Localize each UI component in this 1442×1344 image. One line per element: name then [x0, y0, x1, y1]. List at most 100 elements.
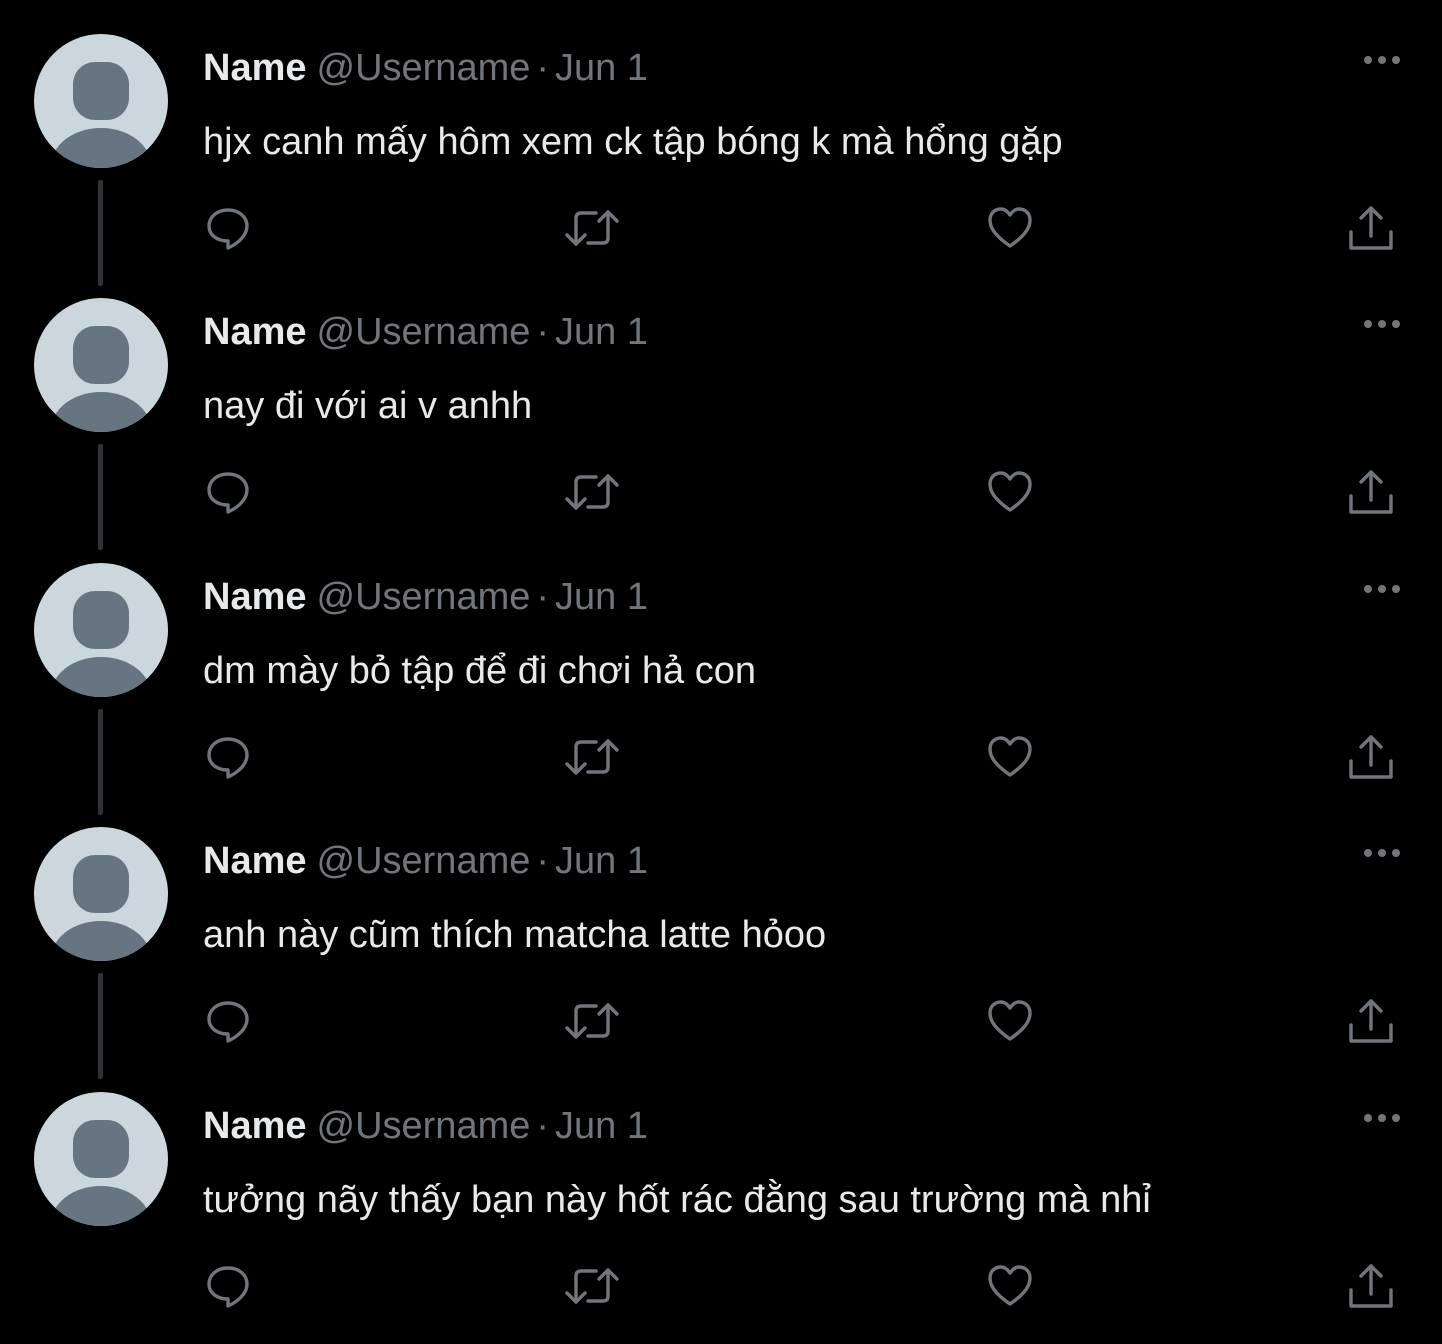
share-button[interactable]	[1343, 993, 1399, 1049]
tweet-header: Name @Username · Jun 1	[203, 569, 648, 625]
tweet-actions	[0, 993, 1442, 1049]
share-icon	[1349, 735, 1393, 779]
display-name[interactable]: Name	[203, 1105, 307, 1147]
tweet-actions	[0, 1258, 1442, 1314]
more-options-button[interactable]	[1356, 1102, 1408, 1134]
share-icon	[1349, 1264, 1393, 1308]
share-button[interactable]	[1343, 464, 1399, 520]
separator: ·	[536, 47, 550, 89]
reply-icon	[207, 472, 249, 514]
default-avatar-icon	[51, 326, 151, 432]
username[interactable]: @Username	[317, 840, 531, 882]
reply-icon	[207, 1266, 249, 1308]
tweet[interactable]: Name @Username · Jun 1 tưởng nãy thấy bạn n…	[0, 1058, 1442, 1322]
more-icon	[1364, 1114, 1400, 1122]
like-button[interactable]	[982, 729, 1038, 785]
more-options-button[interactable]	[1356, 573, 1408, 605]
retweet-icon	[565, 210, 619, 246]
retweet-icon	[565, 1003, 619, 1039]
username[interactable]: @Username	[317, 311, 531, 353]
timestamp[interactable]: Jun 1	[555, 47, 648, 89]
avatar[interactable]	[34, 827, 168, 961]
reply-button[interactable]	[200, 200, 256, 256]
more-icon	[1364, 320, 1400, 328]
default-avatar-icon	[51, 855, 151, 961]
reply-icon	[207, 208, 249, 250]
more-options-button[interactable]	[1356, 308, 1408, 340]
timestamp[interactable]: Jun 1	[555, 576, 648, 618]
more-options-button[interactable]	[1356, 44, 1408, 76]
share-icon	[1349, 470, 1393, 514]
avatar[interactable]	[34, 1092, 168, 1226]
more-icon	[1364, 849, 1400, 857]
separator: ·	[536, 576, 550, 618]
retweet-button[interactable]	[564, 993, 620, 1049]
retweet-button[interactable]	[564, 464, 620, 520]
more-options-button[interactable]	[1356, 837, 1408, 869]
separator: ·	[536, 311, 550, 353]
retweet-icon	[565, 474, 619, 510]
share-button[interactable]	[1343, 729, 1399, 785]
like-button[interactable]	[982, 464, 1038, 520]
default-avatar-icon	[51, 591, 151, 697]
display-name[interactable]: Name	[203, 47, 307, 89]
username[interactable]: @Username	[317, 576, 531, 618]
tweet[interactable]: Name @Username · Jun 1 hjx canh mấy hôm xem…	[0, 0, 1442, 286]
tweet-text: tưởng nãy thấy bạn này hốt rác đằng sau …	[203, 1179, 1151, 1221]
timestamp[interactable]: Jun 1	[555, 311, 648, 353]
like-icon	[988, 207, 1032, 248]
display-name[interactable]: Name	[203, 311, 307, 353]
share-icon	[1349, 206, 1393, 250]
tweet[interactable]: Name @Username · Jun 1 nay đi với ai v anhh	[0, 264, 1442, 550]
tweet-header: Name @Username · Jun 1	[203, 833, 648, 889]
share-icon	[1349, 999, 1393, 1043]
share-button[interactable]	[1343, 200, 1399, 256]
tweet[interactable]: Name @Username · Jun 1 dm mày bỏ tập để đi …	[0, 529, 1442, 815]
retweet-icon	[565, 739, 619, 775]
tweet-actions	[0, 200, 1442, 256]
reply-button[interactable]	[200, 993, 256, 1049]
username[interactable]: @Username	[317, 1105, 531, 1147]
like-button[interactable]	[982, 200, 1038, 256]
reply-button[interactable]	[200, 464, 256, 520]
like-icon	[988, 736, 1032, 777]
tweet-text: dm mày bỏ tập để đi chơi hả con	[203, 650, 757, 692]
like-icon	[988, 1265, 1032, 1306]
tweet-actions	[0, 729, 1442, 785]
retweet-icon	[565, 1268, 619, 1304]
default-avatar-icon	[51, 1120, 151, 1226]
avatar[interactable]	[34, 563, 168, 697]
tweet-header: Name @Username · Jun 1	[203, 304, 648, 360]
display-name[interactable]: Name	[203, 840, 307, 882]
separator: ·	[536, 1105, 550, 1147]
like-button[interactable]	[982, 993, 1038, 1049]
tweet-text: nay đi với ai v anhh	[203, 385, 533, 427]
tweet[interactable]: Name @Username · Jun 1 anh này cũm thích ma…	[0, 793, 1442, 1079]
retweet-button[interactable]	[564, 1258, 620, 1314]
retweet-button[interactable]	[564, 729, 620, 785]
default-avatar-icon	[51, 62, 151, 168]
reply-button[interactable]	[200, 1258, 256, 1314]
tweet-header: Name @Username · Jun 1	[203, 40, 648, 96]
share-button[interactable]	[1343, 1258, 1399, 1314]
like-button[interactable]	[982, 1258, 1038, 1314]
like-icon	[988, 471, 1032, 512]
reply-icon	[207, 737, 249, 779]
tweet-text: anh này cũm thích matcha latte hỏoo	[203, 914, 827, 956]
tweet-text: hjx canh mấy hôm xem ck tập bóng k mà hổ…	[203, 121, 1063, 163]
retweet-button[interactable]	[564, 200, 620, 256]
display-name[interactable]: Name	[203, 576, 307, 618]
more-icon	[1364, 585, 1400, 593]
tweet-header: Name @Username · Jun 1	[203, 1098, 648, 1154]
timestamp[interactable]: Jun 1	[555, 1105, 648, 1147]
more-icon	[1364, 56, 1400, 64]
tweet-actions	[0, 464, 1442, 520]
reply-button[interactable]	[200, 729, 256, 785]
avatar[interactable]	[34, 298, 168, 432]
timestamp[interactable]: Jun 1	[555, 840, 648, 882]
username[interactable]: @Username	[317, 47, 531, 89]
separator: ·	[536, 840, 550, 882]
avatar[interactable]	[34, 34, 168, 168]
reply-icon	[207, 1001, 249, 1043]
tweet-thread: Name @Username · Jun 1 hjx canh mấy hôm xem…	[0, 0, 1442, 1344]
